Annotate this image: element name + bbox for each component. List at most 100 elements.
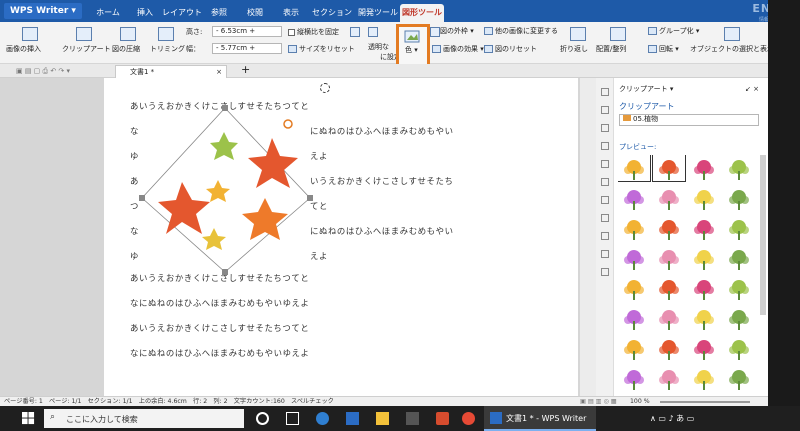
clipart-thumbnail[interactable]: [653, 185, 685, 211]
side-tool-icon[interactable]: [600, 196, 609, 204]
resize-handle[interactable]: [139, 195, 145, 201]
transparent-button[interactable]: 透明な: [368, 42, 389, 52]
clipart-thumbnail[interactable]: [723, 215, 755, 241]
pane-scrollbar[interactable]: [760, 155, 766, 315]
select-objects-button[interactable]: オブジェクトの選択と表示: [690, 44, 774, 54]
clipart-thumbnail[interactable]: [688, 335, 720, 361]
tab-section[interactable]: セクション: [312, 4, 352, 22]
clipart-thumbnail[interactable]: [688, 365, 720, 391]
taskbar-app-wps[interactable]: 文書1 * - WPS Writer: [484, 406, 596, 431]
clipart-thumbnail[interactable]: [653, 365, 685, 391]
side-tool-icon[interactable]: [600, 106, 609, 114]
border-button[interactable]: 図の外枠 ▾: [432, 26, 474, 36]
document-tab[interactable]: 文書1 * ×: [115, 65, 227, 78]
clipart-thumbnail[interactable]: [653, 245, 685, 271]
clipart-thumbnail[interactable]: [688, 245, 720, 271]
clipart-thumbnail[interactable]: [688, 215, 720, 241]
clipart-thumbnail[interactable]: [652, 155, 686, 182]
office-icon[interactable]: [436, 412, 449, 425]
color-button[interactable]: 色 ▾: [396, 24, 430, 68]
clipart-thumbnail[interactable]: [688, 305, 720, 331]
tab-view[interactable]: 表示: [276, 4, 306, 22]
compress-button[interactable]: 図の圧縮: [112, 44, 140, 54]
tab-references[interactable]: 参照: [204, 4, 234, 22]
tab-developer[interactable]: 開発ツール: [356, 4, 400, 22]
resize-handle[interactable]: [307, 195, 313, 201]
tab-shape-tools[interactable]: 図形ツール: [400, 4, 444, 22]
explorer-icon[interactable]: [376, 412, 389, 425]
change-image-button[interactable]: 他の画像に変更する: [484, 26, 558, 36]
group-button[interactable]: グループ化 ▾: [648, 26, 699, 36]
selected-clipart-image[interactable]: [130, 100, 320, 280]
effects-button[interactable]: 画像の効果 ▾: [432, 44, 484, 54]
resize-handle[interactable]: [222, 269, 228, 275]
clipart-thumbnail[interactable]: [723, 245, 755, 271]
tab-insert[interactable]: 挿入: [130, 4, 160, 22]
insert-image-button[interactable]: 画像の挿入: [6, 44, 41, 54]
arrange-button[interactable]: 配置/整列: [596, 44, 626, 54]
clipart-thumbnail[interactable]: [688, 185, 720, 211]
clipart-thumbnail[interactable]: [618, 335, 650, 361]
wrap-button[interactable]: 折り返し: [560, 44, 588, 54]
taskbar-search-box[interactable]: ⌕ ここに入力して検索: [44, 409, 244, 428]
resize-handle[interactable]: [222, 105, 228, 111]
tab-home[interactable]: ホーム: [88, 4, 128, 22]
side-tool-icon[interactable]: [600, 268, 609, 276]
clipart-thumbnail[interactable]: [723, 365, 755, 391]
pane-close-icon[interactable]: ↙ ×: [745, 84, 759, 94]
side-tool-icon[interactable]: [600, 214, 609, 222]
windows-start-icon[interactable]: [22, 412, 35, 425]
clipart-thumbnail[interactable]: [653, 335, 685, 361]
clipart-thumbnail[interactable]: [618, 245, 650, 271]
clipart-thumbnail[interactable]: [723, 275, 755, 301]
reset-size-button[interactable]: サイズをリセット: [288, 44, 355, 54]
clipart-thumbnail[interactable]: [653, 305, 685, 331]
chrome-icon[interactable]: [462, 412, 475, 425]
height-field[interactable]: - 6.53cm +: [212, 26, 282, 37]
clipart-thumbnail[interactable]: [653, 275, 685, 301]
mail-icon[interactable]: [406, 412, 419, 425]
quick-access-icons[interactable]: ▣ ▤ ▢ ⎙ ↶ ↷ ▾: [16, 66, 70, 76]
folder-select[interactable]: 05.植物: [619, 114, 759, 126]
edge-icon[interactable]: [316, 412, 329, 425]
clipart-thumbnail[interactable]: [618, 215, 650, 241]
width-field[interactable]: - 5.77cm +: [212, 43, 282, 54]
side-tool-icon[interactable]: [600, 142, 609, 150]
side-tool-icon[interactable]: [600, 124, 609, 132]
store-icon[interactable]: [346, 412, 359, 425]
task-view-icon[interactable]: [286, 412, 299, 425]
side-tool-icon[interactable]: [600, 250, 609, 258]
close-tab-icon[interactable]: ×: [216, 66, 222, 78]
zoom-slider[interactable]: [660, 401, 750, 403]
tab-review[interactable]: 校閲: [240, 4, 270, 22]
clipart-thumbnail[interactable]: [688, 155, 720, 181]
lock-ratio-checkbox[interactable]: 縦横比を固定: [288, 27, 339, 37]
clipart-thumbnail[interactable]: [723, 155, 755, 181]
side-tool-icon[interactable]: [600, 178, 609, 186]
clipart-thumbnail[interactable]: [723, 305, 755, 331]
clipart-thumbnail[interactable]: [618, 185, 650, 211]
clipart-thumbnail[interactable]: [723, 335, 755, 361]
cortana-icon[interactable]: [256, 412, 269, 425]
vertical-scrollbar[interactable]: [580, 78, 596, 396]
clipart-button[interactable]: クリップアート: [62, 44, 111, 54]
new-tab-icon[interactable]: +: [241, 64, 250, 75]
reset-image-button[interactable]: 図のリセット: [484, 44, 537, 54]
clipart-thumbnail[interactable]: [688, 275, 720, 301]
clipart-thumbnail[interactable]: [653, 215, 685, 241]
side-tool-icon[interactable]: [600, 232, 609, 240]
side-tool-icon[interactable]: [600, 88, 609, 96]
clipart-thumbnail[interactable]: [723, 185, 755, 211]
rotate-handle-icon[interactable]: [320, 83, 330, 93]
side-tool-icon[interactable]: [600, 160, 609, 168]
rotate-handle-icon[interactable]: [283, 119, 293, 129]
rotate-button[interactable]: 回転 ▾: [648, 44, 679, 54]
system-tray-icons[interactable]: ∧ ▭ ♪ あ ▭: [650, 413, 694, 424]
app-menu-button[interactable]: WPS Writer ▾: [4, 3, 82, 19]
clipart-thumbnail[interactable]: [618, 305, 650, 331]
clipart-thumbnail[interactable]: [618, 155, 651, 182]
clipart-thumbnail[interactable]: [618, 275, 650, 301]
trim-button[interactable]: トリミング: [150, 44, 185, 54]
clipart-thumbnail[interactable]: [618, 365, 650, 391]
tab-layout[interactable]: レイアウト: [162, 4, 202, 22]
